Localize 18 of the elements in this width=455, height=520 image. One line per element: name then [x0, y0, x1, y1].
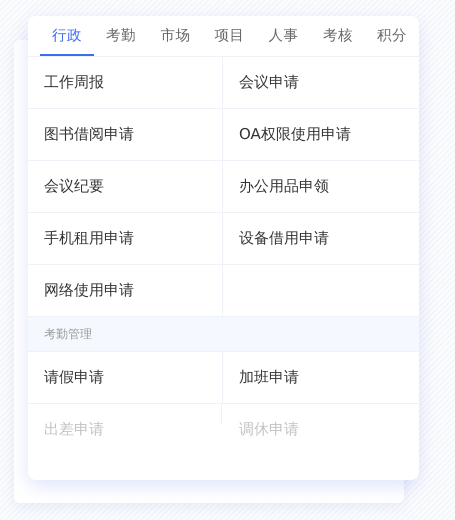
menu-item[interactable]: 会议申请 — [223, 57, 419, 109]
menu-item[interactable]: 会议纪要 — [28, 161, 223, 213]
menu-item[interactable]: 办公用品申领 — [223, 161, 419, 213]
menu-item[interactable]: 请假申请 — [28, 352, 223, 404]
tab[interactable]: 行政 — [40, 16, 94, 56]
tab[interactable]: 市场 — [148, 16, 202, 56]
tab[interactable]: 考勤 — [94, 16, 148, 56]
menu-item[interactable]: 图书借阅申请 — [28, 109, 223, 161]
tab[interactable]: 人事 — [256, 16, 311, 56]
tab[interactable]: 项目 — [202, 16, 257, 56]
menu-item[interactable]: 设备借用申请 — [223, 213, 419, 265]
tab[interactable]: 考核 — [310, 16, 365, 56]
menu-item[interactable]: 工作周报 — [28, 57, 223, 109]
menu-item[interactable]: 手机租用申请 — [28, 213, 223, 265]
tab[interactable]: 积分 — [364, 16, 419, 56]
menu-item[interactable]: OA权限使用申请 — [223, 109, 419, 161]
menu-item[interactable]: 加班申请 — [223, 352, 419, 404]
section-title: 考勤管理 — [44, 326, 92, 342]
